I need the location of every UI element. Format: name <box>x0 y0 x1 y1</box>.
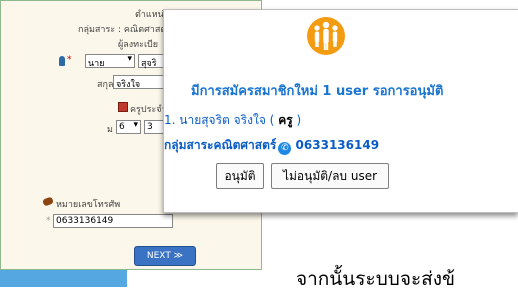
phone-icon <box>42 196 54 207</box>
group-label: กลุ่มสาระ : คณิตศาสต <box>78 25 167 35</box>
surname-label: สกุล <box>97 80 114 90</box>
surname-input[interactable]: จริงใจ <box>113 75 164 90</box>
prefix-value: นาย <box>88 59 105 69</box>
user-phone: 0633136149 <box>295 138 380 152</box>
firstname-input[interactable]: สุจริ <box>138 54 164 69</box>
prefix-select[interactable]: นาย ▾ <box>85 54 135 69</box>
phone-input[interactable]: 0633136149 <box>53 214 173 228</box>
chevron-down-icon: ▾ <box>127 54 132 64</box>
calendar-icon <box>118 102 128 112</box>
phone-icon: ✆ <box>278 142 292 155</box>
corner-strip <box>0 270 127 287</box>
user-icon <box>59 56 65 66</box>
chevron-down-icon: ▾ <box>133 120 138 130</box>
members-logo-icon <box>307 17 345 55</box>
user-group: กลุ่มสาระคณิตศาสตร์ <box>164 138 277 152</box>
new-member-notice: มีการสมัครสมาชิกใหม่ 1 user รอการอนุมัติ <box>191 84 444 99</box>
year-input[interactable]: 3 <box>144 120 164 134</box>
approval-popup: มีการสมัครสมาชิกใหม่ 1 user รอการอนุมัติ… <box>163 9 518 213</box>
month-select[interactable]: 6 ▾ <box>116 120 141 134</box>
approve-button[interactable]: อนุมัติ <box>216 163 264 189</box>
reject-delete-button[interactable]: ไม่อนุมัติ/ลบ user <box>271 163 389 189</box>
required-mark: * <box>67 55 72 65</box>
group-and-phone-line: กลุ่มสาระคณิตศาสตร์ ✆ 0633136149 <box>164 136 379 155</box>
month-value: 6 <box>119 122 125 132</box>
day-prefix: ม <box>107 125 113 135</box>
user-suffix: ) <box>296 113 302 127</box>
phone-label: หมายเลขโทรศัพ <box>56 200 121 210</box>
user-role: ครู <box>278 113 293 127</box>
required-mark: * <box>46 216 51 226</box>
next-button[interactable]: NEXT ≫ <box>134 246 196 266</box>
teacher-type-label: ครูประจำ <box>130 105 167 115</box>
register-label: ผู้ลงทะเบีย <box>118 40 159 50</box>
pending-user-line: 1. นายสุจริต จริงใจ ( ครู ) <box>164 111 301 130</box>
caption-text: จากนั้นระบบจะส่งข้ <box>296 268 456 290</box>
user-name: 1. นายสุจริต จริงใจ ( <box>164 113 275 127</box>
